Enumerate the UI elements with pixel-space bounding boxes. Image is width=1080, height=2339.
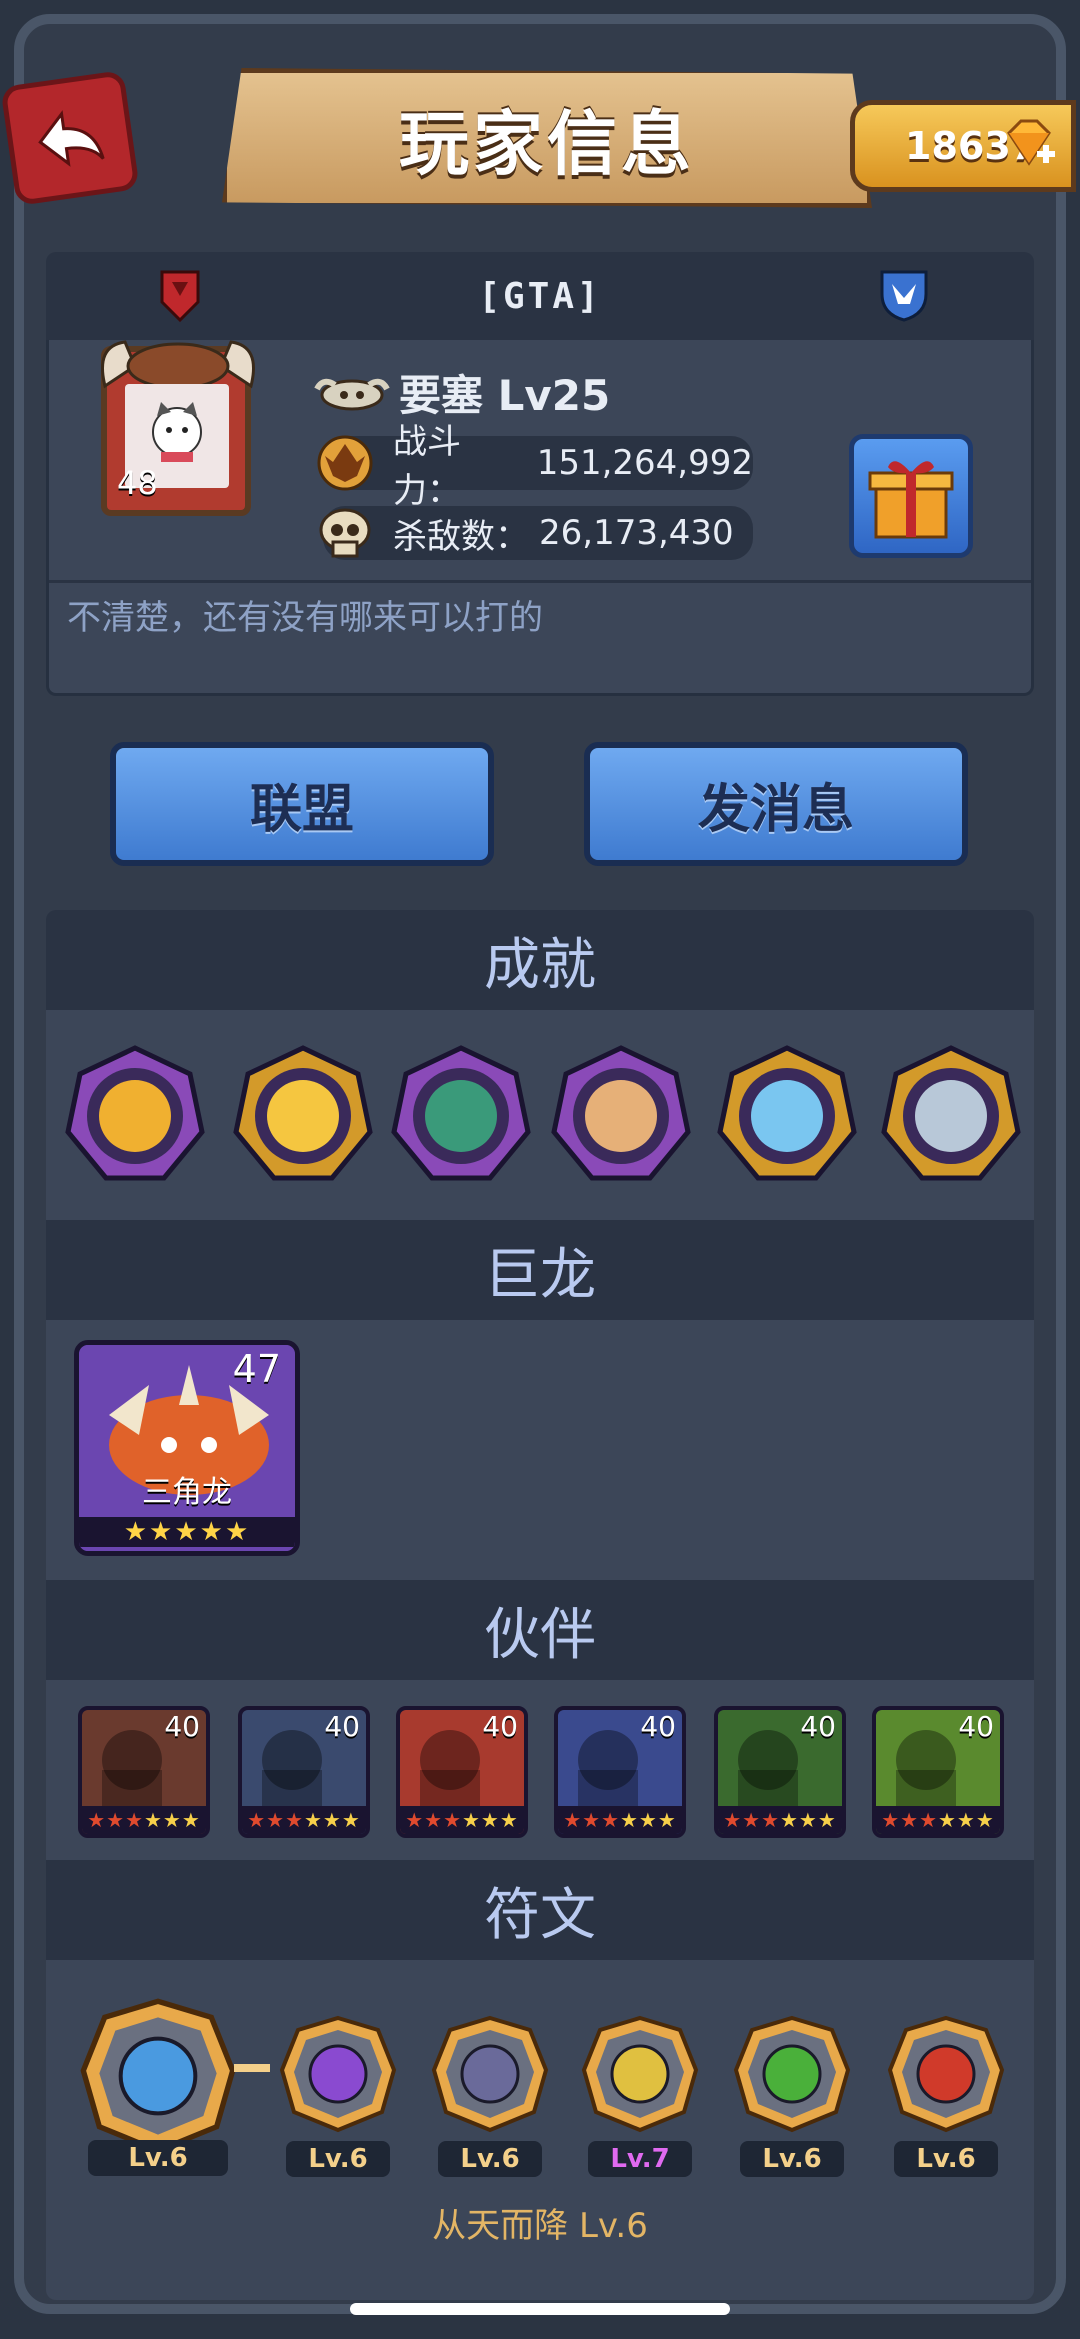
- rune-level: Lv.6: [88, 2140, 228, 2176]
- hammer-rune-icon[interactable]: [886, 2014, 1006, 2134]
- phoenix-icon: [317, 435, 373, 491]
- companion-stars: ★★★★★★: [558, 1806, 682, 1834]
- companion-card[interactable]: 40 ★★★★★★: [554, 1706, 686, 1838]
- sword-slime-badge[interactable]: [390, 1044, 532, 1186]
- gift-button[interactable]: [849, 434, 973, 558]
- rune-level: Lv.6: [740, 2141, 844, 2177]
- companion-card[interactable]: 40 ★★★★★★: [872, 1706, 1004, 1838]
- kills-value: 26,173,430: [539, 513, 734, 553]
- gold-nugget-badge[interactable]: [232, 1044, 374, 1186]
- guild-tag: [GTA]: [478, 275, 602, 317]
- companion-level: 40: [640, 1710, 676, 1743]
- diamond-plus-icon: [1007, 119, 1055, 166]
- avatar-level: 48: [117, 464, 158, 502]
- player-signature: 不清楚，还有没有哪来可以打的: [67, 598, 543, 638]
- spiked-gear-badge[interactable]: [880, 1044, 1022, 1186]
- rune-level: Lv.6: [286, 2141, 390, 2177]
- gift-icon: [868, 461, 954, 539]
- achievements-header: 成就: [46, 910, 1034, 1010]
- kills-stat: 杀敌数： 26,173,430: [319, 506, 753, 560]
- dragon-stars: ★★★★★: [79, 1517, 295, 1547]
- gate-rune-icon[interactable]: [430, 2014, 550, 2134]
- back-button[interactable]: [0, 69, 140, 207]
- dragon-card[interactable]: 47 三角龙 ★★★★★: [74, 1340, 300, 1556]
- rune-level: Lv.7: [588, 2141, 692, 2177]
- companion-level: 40: [482, 1710, 518, 1743]
- avatar[interactable]: 48: [101, 340, 255, 516]
- runes-header: 符文: [46, 1860, 1034, 1960]
- companion-stars: ★★★★★★: [82, 1806, 206, 1834]
- companion-card[interactable]: 40 ★★★★★★: [396, 1706, 528, 1838]
- dragon-name: 三角龙: [142, 1475, 232, 1510]
- companion-stars: ★★★★★★: [718, 1806, 842, 1834]
- alliance-button[interactable]: 联盟: [110, 742, 494, 866]
- rune-level: Lv.6: [438, 2141, 542, 2177]
- companion-stars: ★★★★★★: [400, 1806, 524, 1834]
- power-value: 151,264,992: [536, 443, 753, 483]
- back-arrow-icon: [38, 110, 105, 167]
- power-label: 战斗力：: [393, 422, 461, 511]
- page-title: 玩家信息: [399, 102, 695, 185]
- crowned-face-badge[interactable]: [550, 1044, 692, 1186]
- gem-counter-button[interactable]: 18637: [850, 100, 1076, 192]
- rune-footer: 从天而降 Lv.6: [432, 2206, 648, 2246]
- companion-level: 40: [958, 1710, 994, 1743]
- skull-horns-rank-icon: [314, 378, 390, 410]
- dragon-level: 47: [232, 1347, 281, 1391]
- title-banner: 玩家信息: [222, 68, 872, 208]
- companion-level: 40: [324, 1710, 360, 1743]
- companion-level: 40: [164, 1710, 200, 1743]
- dragons-header: 巨龙: [46, 1220, 1034, 1320]
- ice-beast-badge[interactable]: [716, 1044, 858, 1186]
- home-indicator[interactable]: [350, 2303, 730, 2315]
- guild-bar: [GTA]: [46, 252, 1034, 340]
- rune-link: [234, 2064, 270, 2072]
- drop-rune-icon[interactable]: [580, 2014, 700, 2134]
- golden-horn-badge[interactable]: [64, 1044, 206, 1186]
- kills-label: 杀敌数：: [393, 516, 529, 557]
- skull-icon: [319, 508, 371, 558]
- send-message-button[interactable]: 发消息: [584, 742, 968, 866]
- player-info-panel: 48 要塞 Lv25 战斗力： 151,264,992 杀敌数： 26,173,…: [46, 340, 1034, 696]
- companion-card[interactable]: 40 ★★★★★★: [714, 1706, 846, 1838]
- companions-header: 伙伴: [46, 1580, 1034, 1680]
- red-banner-icon: [160, 270, 200, 323]
- companion-stars: ★★★★★★: [242, 1806, 366, 1834]
- wolf-shield-icon: [880, 270, 928, 322]
- swirl-rune-icon[interactable]: [278, 2014, 398, 2134]
- companion-level: 40: [800, 1710, 836, 1743]
- companion-stars: ★★★★★★: [876, 1806, 1000, 1834]
- companion-card[interactable]: 40 ★★★★★★: [78, 1706, 210, 1838]
- x-rune-icon[interactable]: [78, 1996, 238, 2156]
- divider: [49, 580, 1031, 583]
- chevron-rune-icon[interactable]: [732, 2014, 852, 2134]
- companion-card[interactable]: 40 ★★★★★★: [238, 1706, 370, 1838]
- rune-level: Lv.6: [894, 2141, 998, 2177]
- power-stat: 战斗力： 151,264,992: [317, 422, 753, 511]
